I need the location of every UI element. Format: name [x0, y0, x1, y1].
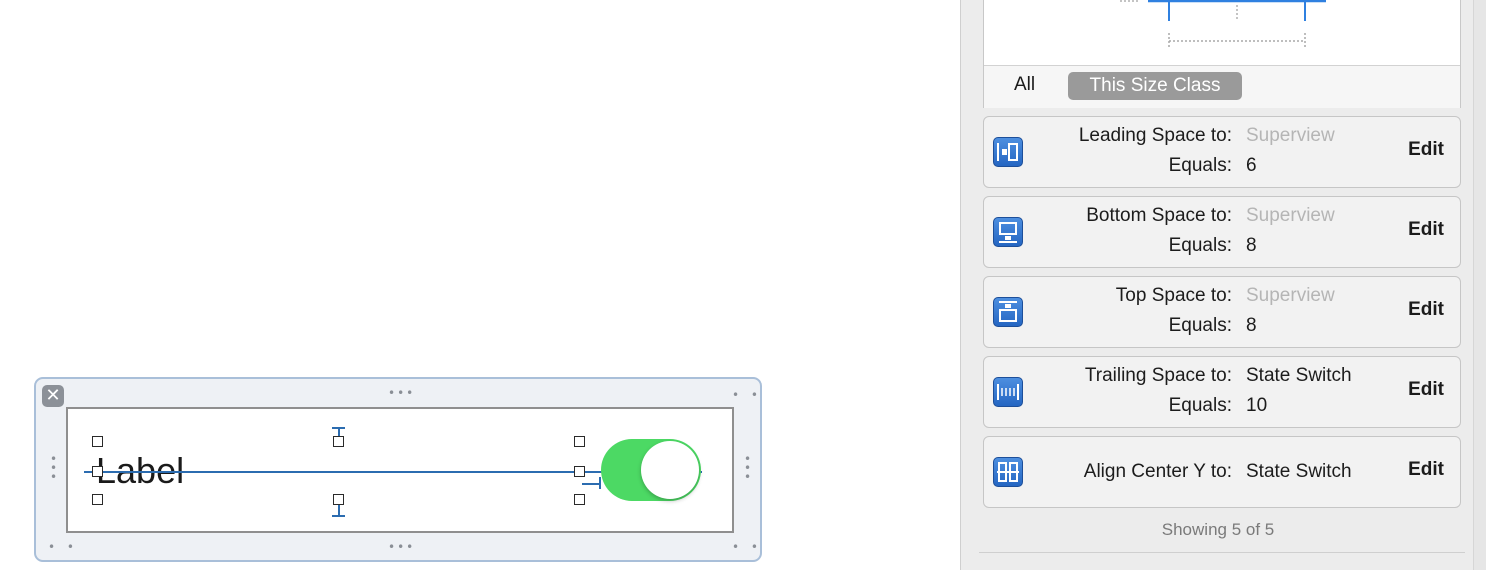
constraints-preview-panel: All This Size Class	[983, 0, 1461, 108]
trailing-constraint-line	[582, 483, 600, 485]
bottom-constraint-line	[338, 505, 340, 515]
selection-handle-top-left[interactable]	[92, 436, 103, 447]
top-constraint-line	[338, 427, 340, 436]
bottom-constraint-cap	[332, 515, 345, 517]
edit-button[interactable]: Edit	[1408, 379, 1444, 401]
relation-label: Top Space to:	[1115, 285, 1232, 306]
selection-handle-bottom-center[interactable]	[333, 494, 344, 505]
relation-target: Superview	[1246, 125, 1335, 146]
relation-label: Leading Space to:	[1078, 125, 1232, 146]
table-cell-frame[interactable]: ✕ ••• ••• • • • • • • • • • • • • Label	[34, 377, 762, 562]
relation-label: Trailing Space to:	[1084, 365, 1232, 386]
resize-dots-bottom-right[interactable]: • •	[732, 541, 762, 553]
relation-label: Bottom Space to:	[1086, 205, 1232, 226]
equals-value: 8	[1246, 315, 1257, 336]
constraint-bottom-space[interactable]: Bottom Space to: Superview Equals: 8 Edi…	[983, 196, 1461, 268]
size-inspector: All This Size Class Leading Space to: Su…	[960, 0, 1486, 570]
equals-label: Equals:	[1168, 155, 1232, 176]
state-switch[interactable]	[601, 439, 701, 501]
inspector-scrollbar[interactable]	[1473, 0, 1486, 570]
divider	[979, 552, 1465, 553]
relation-target: Superview	[1246, 205, 1335, 226]
equals-value: 6	[1246, 155, 1257, 176]
close-icon[interactable]: ✕	[42, 385, 64, 407]
size-class-selector: All This Size Class	[984, 65, 1460, 108]
constraint-leading-space[interactable]: Leading Space to: Superview Equals: 6 Ed…	[983, 116, 1461, 188]
resize-dots-top-right[interactable]: • •	[732, 389, 762, 401]
constraints-count-label: Showing 5 of 5	[1161, 520, 1275, 539]
resize-dots-top[interactable]: •••	[388, 387, 415, 399]
edit-button[interactable]: Edit	[1408, 139, 1444, 161]
selection-handle-bottom-left[interactable]	[92, 494, 103, 505]
resize-dots-bottom[interactable]: •••	[388, 541, 415, 553]
trailing-constraint-cap	[599, 477, 601, 489]
equals-value: 8	[1246, 235, 1257, 256]
tab-all[interactable]: All	[1014, 74, 1035, 96]
resize-dots-left[interactable]: • • •	[50, 453, 57, 483]
edit-button[interactable]: Edit	[1408, 219, 1444, 241]
edit-button[interactable]: Edit	[1408, 299, 1444, 321]
selection-handle-middle-left[interactable]	[92, 466, 103, 477]
equals-label: Equals:	[1168, 235, 1232, 256]
resize-dots-right[interactable]: • • •	[744, 453, 751, 483]
relation-target: State Switch	[1246, 365, 1352, 386]
relation-target: State Switch	[1246, 461, 1352, 482]
bottom-space-icon	[993, 217, 1023, 247]
equals-label: Equals:	[1168, 315, 1232, 336]
selection-handle-bottom-right[interactable]	[574, 494, 585, 505]
design-canvas[interactable]: ✕ ••• ••• • • • • • • • • • • • • Label	[0, 0, 960, 570]
constraint-align-center-y[interactable]: Align Center Y to: State Switch Edit	[983, 436, 1461, 508]
cell-content-view[interactable]: Label	[66, 407, 734, 533]
leading-space-icon	[993, 137, 1023, 167]
resize-dots-bottom-left[interactable]: • •	[48, 541, 78, 553]
trailing-space-icon	[993, 377, 1023, 407]
constraints-diagram	[1120, 0, 1326, 47]
tab-this-size-class[interactable]: This Size Class	[1068, 72, 1242, 100]
selection-handle-middle-right[interactable]	[574, 466, 585, 477]
equals-value: 10	[1246, 395, 1268, 416]
edit-button[interactable]: Edit	[1408, 459, 1444, 481]
top-space-icon	[993, 297, 1023, 327]
selection-handle-top-right[interactable]	[574, 436, 585, 447]
relation-target: Superview	[1246, 285, 1335, 306]
equals-label: Equals:	[1168, 395, 1232, 416]
constraint-trailing-space[interactable]: Trailing Space to: State Switch Equals: …	[983, 356, 1461, 428]
align-center-y-icon	[993, 457, 1023, 487]
selection-handle-top-center[interactable]	[333, 436, 344, 447]
switch-knob[interactable]	[641, 441, 699, 499]
relation-label: Align Center Y to:	[1083, 461, 1232, 482]
constraint-top-space[interactable]: Top Space to: Superview Equals: 8 Edit	[983, 276, 1461, 348]
